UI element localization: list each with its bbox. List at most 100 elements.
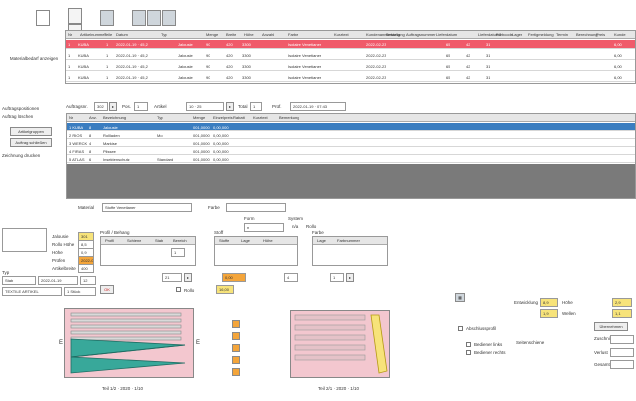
left-marker-icon: E xyxy=(59,340,64,346)
table-row[interactable]: 1 KUBA 1 2022-01-19 · 45,2 Jalousie 90 4… xyxy=(66,73,635,82)
tool-button[interactable] xyxy=(232,356,240,364)
color-section[interactable]: Lage Farbnummer xyxy=(312,236,388,266)
right-check[interactable] xyxy=(466,350,471,355)
article-search-button[interactable]: ▸ xyxy=(226,102,234,111)
system-option-b[interactable]: Rollo xyxy=(306,224,316,229)
right-check-label: Bediener rechts xyxy=(474,350,506,355)
position-field[interactable]: 1 xyxy=(134,102,148,111)
fabric-section[interactable]: Stoffe Lage Höhe xyxy=(214,236,298,266)
fabric-section-label: Stoff xyxy=(214,230,224,235)
table-row[interactable]: 1 KUBA 8 Jalousie 001,0000 0,00,000 xyxy=(67,123,635,131)
right-field[interactable]: 1,9 xyxy=(540,309,558,318)
right-note-field[interactable] xyxy=(610,360,634,369)
roller-blind-drawing xyxy=(294,314,388,374)
unit-select[interactable]: 1 Stück xyxy=(64,287,96,296)
right-field[interactable]: 2,9 xyxy=(612,298,632,307)
right-label: Wellen xyxy=(562,311,576,316)
prop-label: Jalousie xyxy=(52,234,69,239)
table-row[interactable]: 1 KUBA 1 2022-01-19 · 45,2 Jalousie 90 4… xyxy=(66,62,635,71)
side-menu-item[interactable]: Auftragspositionen xyxy=(2,106,39,111)
ok-button[interactable]: OK xyxy=(100,285,114,294)
prop-label: Artikelbreite xyxy=(52,266,76,271)
side-menu-item[interactable]: Auftrag löschen xyxy=(2,114,33,119)
form-select[interactable]: n xyxy=(244,223,284,232)
tool-strip[interactable] xyxy=(232,320,240,376)
total-label: Total xyxy=(238,104,248,109)
profile-section[interactable]: Profil Schiene Stab Bereich 1 xyxy=(100,236,196,266)
calc-mid-field[interactable]: 4 xyxy=(284,273,298,282)
left-drawing-caption: Teil 1/2 · 2020 · 1/10 xyxy=(102,386,144,391)
system-option-a[interactable]: n/a xyxy=(292,224,298,229)
fabric-section-header: Stoffe Lage Höhe xyxy=(215,237,297,245)
profile-field[interactable]: 1 xyxy=(171,248,185,257)
right-check-label: Bediener links xyxy=(474,342,503,347)
article-label: Artikel xyxy=(154,104,167,109)
form-label: Form xyxy=(244,216,255,221)
order-search-button[interactable]: ▸ xyxy=(109,102,117,111)
color-field[interactable] xyxy=(226,203,286,212)
total-field[interactable]: 1 xyxy=(250,102,262,111)
export-icon[interactable] xyxy=(162,10,176,26)
color-label: Farbe xyxy=(208,205,220,210)
table-row[interactable]: 3 WERCK 4 Markise 001,0000 0,00,000 xyxy=(67,139,635,147)
material-field[interactable]: Stoffe Venetianer xyxy=(102,203,192,212)
prop-label: Höhe xyxy=(52,250,63,255)
article-field[interactable]: 10 · 25 xyxy=(186,102,224,111)
preview-box xyxy=(2,228,47,252)
calc-mid-field-2[interactable]: 1 xyxy=(330,273,344,282)
table-row[interactable]: 2 RIOS 8 Rollladen Mo 001,0000 0,00,000 xyxy=(67,131,635,139)
right-note-field[interactable] xyxy=(610,348,634,357)
material-label: Materialbedarf anzeigen xyxy=(9,56,59,61)
count-select[interactable]: 12 xyxy=(80,276,96,285)
calc-orange-field[interactable]: 0,00 xyxy=(222,273,246,282)
color-section-header: Lage Farbnummer xyxy=(313,237,387,245)
right-drawing xyxy=(290,310,390,378)
type-select[interactable]: Stab xyxy=(2,276,36,285)
date-field[interactable]: 2022-01-19 · 07:43 xyxy=(290,102,346,111)
position-grid[interactable]: Nr Anz. Bezeichnung Typ Menge Einzelprei… xyxy=(66,113,636,199)
list-view-icon[interactable] xyxy=(68,8,82,24)
type-label: Typ xyxy=(2,270,10,275)
right-panel-icon[interactable]: ▦ xyxy=(455,293,465,302)
calc-button[interactable]: ▸ xyxy=(184,273,192,282)
right-note: Verlust xyxy=(594,350,608,355)
right-note: Gesamt xyxy=(594,362,610,367)
right-note-field[interactable] xyxy=(610,335,634,344)
right-drawing-caption: Teil 2/1 · 2020 · 1/10 xyxy=(318,386,360,391)
tool-button[interactable] xyxy=(232,320,240,328)
apply-button[interactable]: Übernehmen xyxy=(594,322,628,331)
calc-field[interactable]: 21 xyxy=(162,273,182,282)
right-check[interactable] xyxy=(466,342,471,347)
tool-button[interactable] xyxy=(232,332,240,340)
table-row[interactable]: 5 ATLAS 6 Insektenschutz Standard 001,00… xyxy=(67,155,635,163)
position-grid-header: Nr Anz. Bezeichnung Typ Menge Einzelprei… xyxy=(67,114,635,122)
copy-icon[interactable] xyxy=(132,10,146,26)
tool-button[interactable] xyxy=(232,368,240,376)
date-label: Prüf. xyxy=(272,104,282,109)
right-field[interactable]: 8,9 xyxy=(540,298,558,307)
new-document-icon[interactable] xyxy=(36,10,50,26)
system-label: System xyxy=(288,216,304,221)
prop-label: Rollo Höhe xyxy=(52,242,75,247)
right-field[interactable]: 1,1 xyxy=(612,309,632,318)
right-check[interactable] xyxy=(458,326,463,331)
calc-go-button[interactable]: ▸ xyxy=(346,273,354,282)
calc-yellow-field[interactable]: 16,00 xyxy=(216,285,234,294)
save-icon[interactable] xyxy=(147,10,161,26)
side-menu-item[interactable]: Zeichnung drucken xyxy=(2,153,40,158)
side-menu-item[interactable]: Artikelgruppen xyxy=(10,127,52,136)
table-row[interactable]: 4 FIRAS 8 Plissee 001,0000 0,00,000 xyxy=(67,147,635,155)
right-label: Entwicklung xyxy=(514,300,539,305)
side-menu-item[interactable]: Auftrag schließen xyxy=(10,138,52,147)
date-select[interactable]: 2022-01-19 xyxy=(38,276,78,285)
calc-check[interactable] xyxy=(176,287,181,292)
profile-section-label: Profil / Behang xyxy=(100,230,130,235)
tool-button[interactable] xyxy=(232,344,240,352)
article-select[interactable]: TEXTILE ARTIKEL xyxy=(2,287,62,296)
order-grid[interactable]: Nr Artikelnummer Teile Datum Typ Menge B… xyxy=(65,30,636,84)
order-number-field[interactable]: 302 xyxy=(94,102,108,111)
print-icon[interactable] xyxy=(100,10,114,26)
prop-field[interactable]: 400 xyxy=(78,264,94,273)
table-row[interactable]: 1 KUBA 1 2022-01-19 · 45,2 Jalousie 90 4… xyxy=(66,51,635,60)
table-row[interactable]: 1 KUBA 1 2022-01-19 · 45,2 Jalousie 90 4… xyxy=(66,40,635,49)
